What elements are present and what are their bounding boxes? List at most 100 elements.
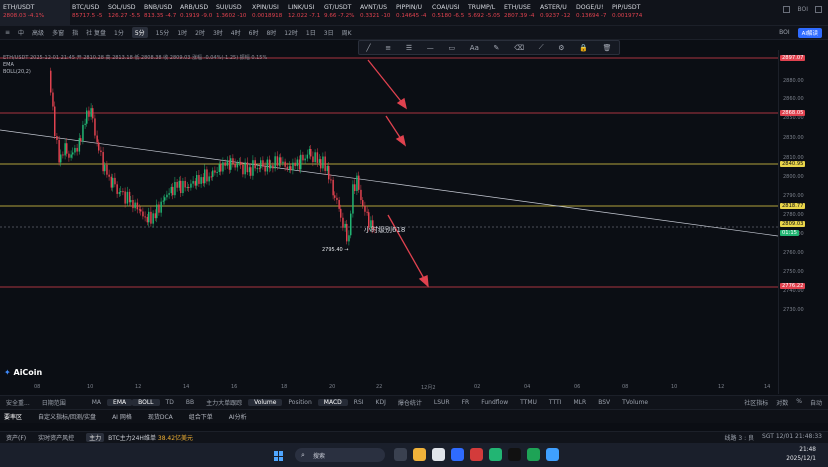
ruler-icon[interactable]: ⟋: [539, 43, 544, 52]
ticker-item[interactable]: PIPPIN/U 0.14645 -4: [394, 0, 430, 21]
indicator-right-item[interactable]: 自动: [810, 398, 822, 407]
bottom-tab[interactable]: 自定义指标/回测/实盘: [30, 412, 104, 421]
toolbar-item[interactable]: 4时: [231, 28, 241, 37]
lock-icon[interactable]: 🔒: [579, 44, 588, 52]
bottom-tab[interactable]: 要率区: [0, 412, 30, 421]
toolbar-item[interactable]: 12时: [284, 28, 298, 37]
toolbar-item[interactable]: 6时: [249, 28, 259, 37]
line-status[interactable]: 线路 3 : 良: [724, 433, 754, 442]
toolbar-item[interactable]: 社 复盘: [86, 28, 106, 37]
ticker-item[interactable]: XPIN/USI 0.0018918: [250, 0, 286, 21]
bottom-tab[interactable]: 现货DCA: [140, 412, 181, 421]
indicator-right-item[interactable]: 社区指标: [744, 398, 768, 407]
toolbar-item[interactable]: 高级: [32, 28, 44, 37]
indicator-right-item[interactable]: 对数: [776, 398, 788, 407]
indicator-left-item[interactable]: 日期范围: [36, 398, 72, 407]
indicator-tab[interactable]: MLR: [567, 399, 592, 406]
indicator-tab[interactable]: FR: [456, 399, 476, 406]
windows-start-icon[interactable]: [274, 451, 284, 461]
indicator-tab[interactable]: TVolume: [616, 399, 654, 406]
indicator-tab[interactable]: Volume: [248, 399, 283, 406]
taskbar-search[interactable]: ⌕ 搜索: [295, 448, 385, 462]
list-icon[interactable]: ☰: [406, 44, 412, 52]
toolbar-item[interactable]: 15分: [156, 28, 170, 37]
indicator-tab[interactable]: 主力大单跟踪: [200, 398, 248, 407]
toolbar-item[interactable]: 3时: [213, 28, 223, 37]
app-icon[interactable]: [470, 448, 483, 461]
assets-tab[interactable]: 资产(F): [0, 433, 32, 442]
indicator-tab[interactable]: EMA: [107, 399, 133, 406]
settings-icon[interactable]: ⚙: [558, 44, 564, 52]
boll-label[interactable]: BOLL(20,2): [3, 69, 267, 76]
indicator-left-item[interactable]: 安全重...: [0, 398, 36, 407]
align-icon[interactable]: ≡: [385, 44, 391, 52]
app-icon[interactable]: [508, 448, 521, 461]
toolbar-boi[interactable]: BOI: [779, 29, 790, 36]
ticker-item[interactable]: AVNT/US 0.3321 -10: [358, 0, 394, 21]
ticker-item[interactable]: SUI/USD 1.3602 -10: [214, 0, 250, 21]
toolbar-item[interactable]: 中: [18, 28, 24, 37]
ai-interpret-button[interactable]: AI解读: [797, 27, 822, 38]
indicator-tab[interactable]: MACD: [317, 399, 348, 406]
indicator-tab[interactable]: BB: [180, 399, 200, 406]
ticker-item[interactable]: PIP/USDT 0.0019774: [610, 0, 646, 21]
ticker-item[interactable]: ETH/USDT 2808.03 -4.1%: [0, 0, 70, 26]
bottom-tab[interactable]: AI 网格: [104, 412, 140, 421]
ticker-item[interactable]: BTC/USD 85717.5 -5: [70, 0, 106, 21]
indicator-tab[interactable]: BSV: [592, 399, 616, 406]
indicator-tab[interactable]: BOLL: [132, 399, 160, 406]
indicator-tab[interactable]: TTMU: [514, 399, 543, 406]
app-icon[interactable]: [527, 448, 540, 461]
ticker-item[interactable]: COAI/USI 0.5180 -6.5: [430, 0, 466, 21]
text-icon[interactable]: Aa: [470, 44, 479, 52]
ticker-item[interactable]: SOL/USD 126.27 -5.5: [106, 0, 142, 21]
bottom-tab[interactable]: 组合下单: [181, 412, 221, 421]
ticker-item[interactable]: BNB/USD 813.35 -4.7: [142, 0, 178, 21]
indicator-tab[interactable]: TD: [160, 399, 180, 406]
app-icon[interactable]: [432, 448, 445, 461]
ticker-item[interactable]: GT/USDT 9.66 -7.2%: [322, 0, 358, 21]
ema-label[interactable]: EMA: [3, 62, 267, 69]
toolbar-item[interactable]: 1分: [114, 28, 124, 37]
app-icon[interactable]: [451, 448, 464, 461]
app-icon[interactable]: [413, 448, 426, 461]
app-icon[interactable]: [546, 448, 559, 461]
checkbox-icon[interactable]: [815, 6, 822, 13]
toolbar-item[interactable]: 1时: [177, 28, 187, 37]
indicator-tab[interactable]: RSI: [348, 399, 370, 406]
ticker-item[interactable]: ETH/USE 2807.39 -4: [502, 0, 538, 21]
eraser-icon[interactable]: ⌫: [514, 44, 524, 52]
indicator-tab[interactable]: MA: [86, 399, 107, 406]
indicator-tab[interactable]: LSUR: [428, 399, 456, 406]
cursor-icon[interactable]: ╱: [366, 44, 370, 52]
ticker-item[interactable]: ASTER/U 0.9237 -12: [538, 0, 574, 21]
ticker-item[interactable]: TRUMP/L 5.692 -5.05: [466, 0, 502, 21]
indicator-right-item[interactable]: %: [796, 398, 802, 407]
risk-control-tab[interactable]: 实时资产风控: [32, 433, 80, 442]
ticker-item[interactable]: LINK/USI 12.022 -7.1: [286, 0, 322, 21]
toolbar-item[interactable]: 1日: [306, 28, 316, 37]
ticker-item[interactable]: ARB/USD 0.1919 -9.0: [178, 0, 214, 21]
app-icon[interactable]: [489, 448, 502, 461]
price-axis[interactable]: 2880.00 2860.00 2850.00 2830.00 2810.00 2800.…: [778, 50, 828, 394]
trash-icon[interactable]: 🗑: [603, 44, 612, 52]
line-icon[interactable]: —: [427, 44, 434, 52]
toolbar-item[interactable]: 多窗: [52, 28, 64, 37]
indicator-tab[interactable]: Position: [282, 399, 317, 406]
indicator-tab[interactable]: 爆仓统计: [392, 398, 428, 407]
brush-icon[interactable]: ✎: [494, 44, 500, 52]
checkbox-icon[interactable]: [783, 6, 791, 13]
toolbar-item[interactable]: 2时: [195, 28, 205, 37]
bottom-tab[interactable]: AI分析: [221, 412, 255, 421]
indicator-tab[interactable]: Fundflow: [475, 399, 514, 406]
news-ticker[interactable]: BTC主力24H维单 38.42亿美元: [108, 433, 193, 442]
app-icon[interactable]: [394, 448, 407, 461]
toolbar-item[interactable]: 指: [72, 28, 78, 37]
toolbar-item[interactable]: ≡: [5, 29, 10, 36]
indicator-tab[interactable]: KDJ: [370, 399, 392, 406]
price-chart[interactable]: [0, 50, 778, 394]
rectangle-icon[interactable]: ▭: [448, 44, 455, 52]
toolbar-item[interactable]: 5分: [131, 27, 148, 38]
time-axis[interactable]: 08 10 12 14 16 18 20 22 12月2 02 04 06 08 10 12 14: [0, 383, 778, 393]
toolbar-item[interactable]: 3日: [324, 28, 334, 37]
